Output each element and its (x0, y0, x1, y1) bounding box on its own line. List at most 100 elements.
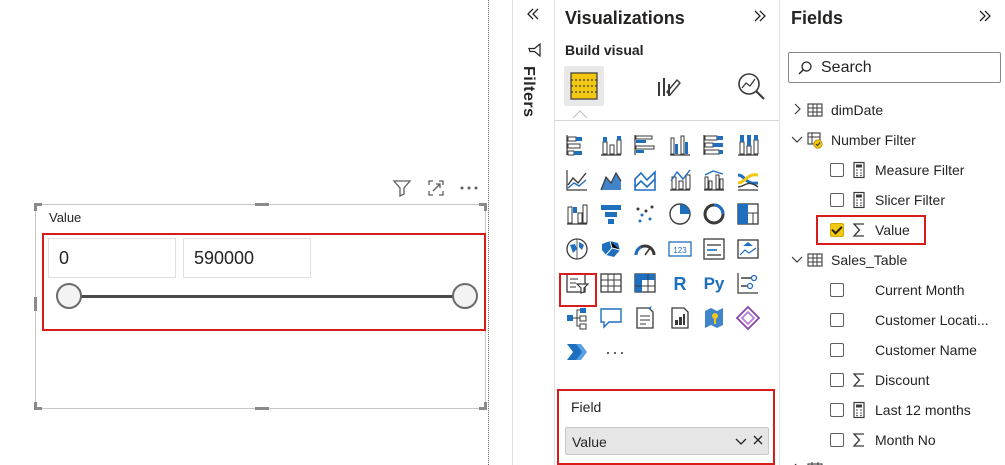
range-max-input[interactable]: 590000 (183, 238, 311, 278)
slider-max-handle[interactable] (452, 283, 478, 309)
filters-label[interactable]: Filters (519, 66, 537, 118)
area-chart-icon[interactable] (598, 167, 624, 193)
field-row[interactable]: Customer Locati... (780, 305, 1005, 335)
selected-field-highlight (816, 215, 926, 245)
field-row[interactable]: Customer Name (780, 335, 1005, 365)
double-chevron-left-icon[interactable] (525, 6, 541, 27)
field-well-label: Field (571, 399, 602, 415)
clustered-bar-chart-icon[interactable] (632, 132, 658, 158)
treemap-icon[interactable] (735, 201, 761, 227)
field-row[interactable]: Last 12 months (780, 395, 1005, 425)
field-pill[interactable]: Value (565, 427, 769, 455)
card-icon[interactable]: 123 (667, 236, 693, 262)
field-table-row[interactable]: Sales_Table (780, 245, 1005, 275)
field-checkbox[interactable] (830, 193, 844, 207)
resize-handle[interactable] (479, 402, 487, 410)
pie-chart-icon[interactable] (667, 201, 693, 227)
stacked-column-chart-icon[interactable] (598, 132, 624, 158)
line-and-stacked-column-chart-icon[interactable] (667, 167, 693, 193)
field-checkbox[interactable] (830, 313, 844, 327)
field-label: Customer Name (875, 342, 977, 358)
chevron-down-icon[interactable] (734, 434, 748, 453)
selected-visual-highlight (559, 273, 597, 307)
field-table-row[interactable]: dimDate (780, 95, 1005, 125)
field-checkbox[interactable] (830, 283, 844, 297)
resize-handle[interactable] (34, 402, 42, 410)
field-label: Measure Filter (875, 162, 965, 178)
numeric-range-slicer[interactable]: Value 0 590000 (34, 203, 487, 410)
filter-icon[interactable] (391, 177, 413, 199)
funnel-chart-icon[interactable] (598, 201, 624, 227)
analytics-icon[interactable] (731, 66, 771, 106)
resize-handle[interactable] (479, 203, 487, 211)
multi-row-card-icon[interactable] (701, 236, 727, 262)
donut-chart-icon[interactable] (701, 201, 727, 227)
field-row[interactable]: Month No (780, 425, 1005, 455)
filled-map-icon[interactable] (598, 236, 624, 262)
field-row[interactable]: Current Month (780, 275, 1005, 305)
resize-handle[interactable] (255, 203, 269, 206)
decomposition-tree-icon[interactable] (564, 305, 590, 331)
close-icon[interactable] (752, 433, 764, 450)
visualizations-title: Visualizations (565, 8, 685, 28)
power-automate-icon[interactable] (564, 339, 590, 365)
filters-pane-collapsed[interactable]: Filters (512, 0, 554, 465)
slider-min-handle[interactable] (56, 283, 82, 309)
line-chart-icon[interactable] (564, 167, 590, 193)
search-box[interactable] (788, 52, 1001, 83)
field-row[interactable]: Discount (780, 365, 1005, 395)
field-row[interactable]: Measure Filter (780, 155, 1005, 185)
matrix-icon[interactable] (632, 270, 658, 296)
scatter-chart-icon[interactable] (632, 201, 658, 227)
qa-icon[interactable] (598, 305, 624, 331)
100-stacked-column-chart-icon[interactable] (735, 132, 761, 158)
resize-handle[interactable] (34, 203, 42, 211)
double-chevron-right-icon[interactable] (976, 7, 994, 30)
more-options-icon[interactable] (458, 177, 480, 199)
focus-mode-icon[interactable] (425, 177, 447, 199)
field-table-row[interactable] (780, 455, 1005, 465)
field-row[interactable]: Slicer Filter (780, 185, 1005, 215)
field-label: Current Month (875, 282, 965, 298)
slider-track[interactable] (68, 295, 466, 298)
field-checkbox[interactable] (830, 373, 844, 387)
100-stacked-bar-chart-icon[interactable] (701, 132, 727, 158)
r-script-visual-icon[interactable]: R (667, 270, 693, 296)
smart-narrative-icon[interactable] (632, 305, 658, 331)
table-icon[interactable] (598, 270, 624, 296)
field-checkbox[interactable] (830, 433, 844, 447)
build-visual-icon[interactable] (564, 66, 604, 106)
table-icon (806, 101, 824, 119)
field-checkbox[interactable] (830, 163, 844, 177)
resize-handle[interactable] (34, 297, 37, 311)
power-apps-icon[interactable] (735, 305, 761, 331)
line-and-clustered-column-chart-icon[interactable] (701, 167, 727, 193)
azure-map-icon[interactable] (701, 305, 727, 331)
chevron-right-icon[interactable] (790, 102, 804, 116)
field-checkbox[interactable] (830, 403, 844, 417)
stacked-bar-chart-icon[interactable] (564, 132, 590, 158)
chevron-down-icon[interactable] (790, 252, 804, 266)
more-visuals-button[interactable]: ··· (605, 342, 626, 363)
search-input[interactable] (821, 57, 991, 79)
format-visual-icon[interactable] (647, 66, 687, 106)
field-checkbox[interactable] (830, 343, 844, 357)
range-min-input[interactable]: 0 (48, 238, 176, 278)
report-canvas: Value 0 590000 (0, 0, 488, 465)
gauge-icon[interactable] (632, 236, 658, 262)
key-influencers-icon[interactable] (735, 270, 761, 296)
double-chevron-right-icon[interactable] (751, 7, 769, 30)
table-icon (806, 251, 824, 269)
waterfall-chart-icon[interactable] (564, 201, 590, 227)
python-visual-icon[interactable]: Py (701, 270, 727, 296)
paginated-report-icon[interactable] (667, 305, 693, 331)
field-table-row[interactable]: Number Filter (780, 125, 1005, 155)
chevron-down-icon[interactable] (790, 132, 804, 146)
stacked-area-chart-icon[interactable] (632, 167, 658, 193)
map-icon[interactable] (564, 236, 590, 262)
calculator-icon (850, 401, 868, 419)
kpi-icon[interactable] (735, 236, 761, 262)
resize-handle[interactable] (255, 407, 269, 410)
clustered-column-chart-icon[interactable] (667, 132, 693, 158)
ribbon-chart-icon[interactable] (735, 167, 761, 193)
